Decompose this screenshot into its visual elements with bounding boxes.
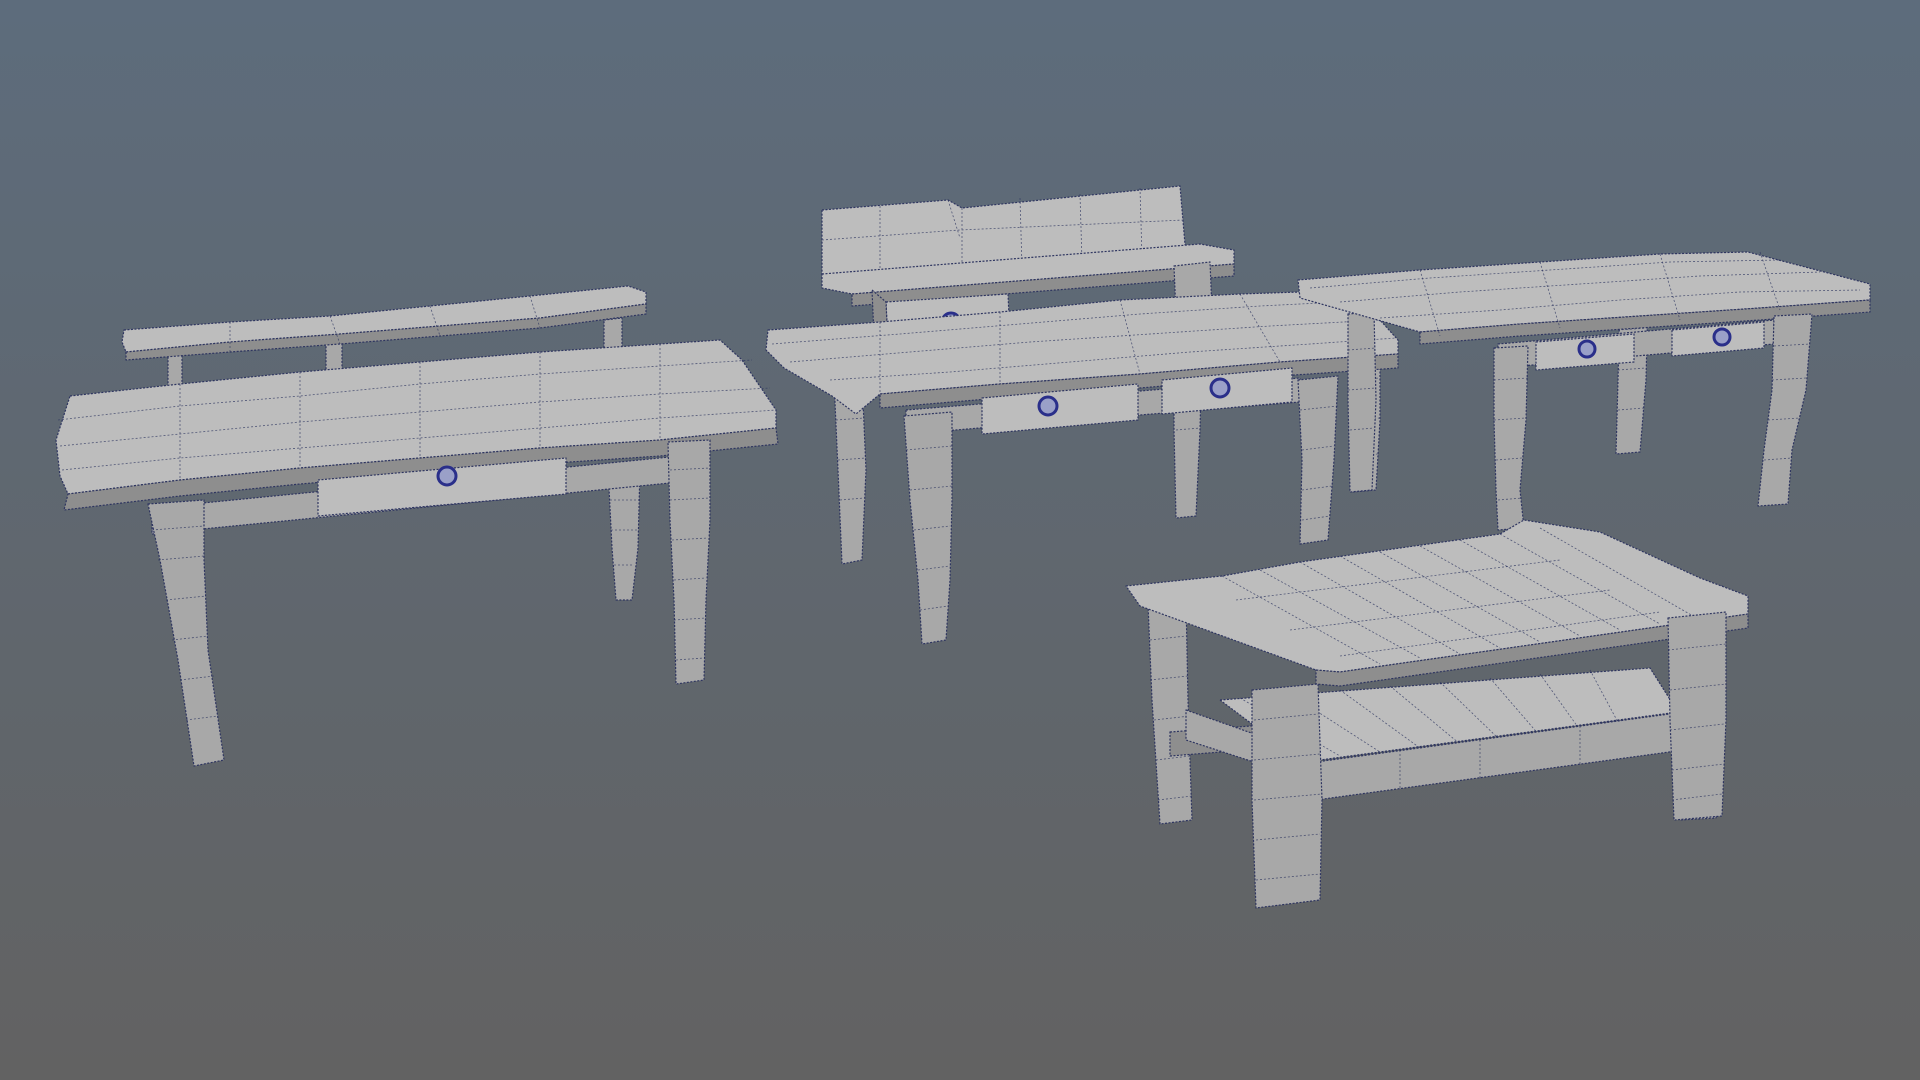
- drawer-knob-icon[interactable]: [1712, 327, 1732, 347]
- viewport-background: [0, 0, 1920, 1080]
- drawer-knob-icon[interactable]: [436, 465, 458, 487]
- viewport-scene: .m { fill: #a9a9a9; stroke: #2e3560; str…: [0, 0, 1920, 1080]
- drawer-knob-icon[interactable]: [1037, 395, 1059, 417]
- drawer-knob-icon[interactable]: [1577, 339, 1597, 359]
- drawer-knob-icon[interactable]: [1209, 377, 1231, 399]
- table-slatted-front-leg: [1251, 683, 1323, 909]
- 3d-viewport[interactable]: .m { fill: #a9a9a9; stroke: #2e3560; str…: [0, 0, 1920, 1080]
- table-right-back-leg: [1347, 311, 1377, 493]
- table-slatted-front-leg: [1667, 611, 1727, 821]
